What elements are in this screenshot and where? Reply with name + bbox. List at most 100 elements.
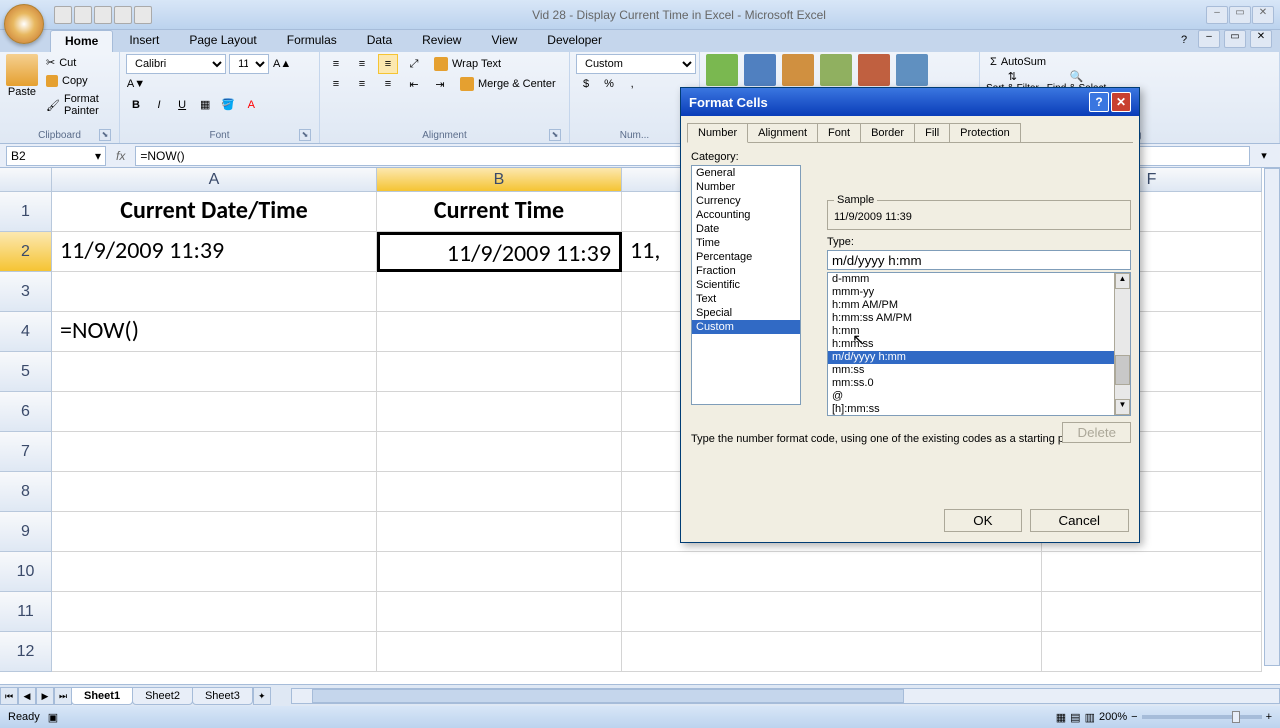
- tab-data[interactable]: Data: [353, 30, 406, 52]
- align-middle-button[interactable]: ≡: [352, 54, 372, 74]
- tab-page-layout[interactable]: Page Layout: [175, 30, 270, 52]
- type-item[interactable]: [h]:mm:ss: [828, 403, 1130, 416]
- row-header-4[interactable]: 4: [0, 312, 52, 352]
- cat-scientific[interactable]: Scientific: [692, 278, 800, 292]
- align-center-button[interactable]: ≡: [352, 74, 372, 94]
- dialog-help-button[interactable]: ?: [1089, 92, 1109, 112]
- scroll-down-icon[interactable]: ▼: [1115, 399, 1130, 415]
- cat-custom[interactable]: Custom: [692, 320, 800, 334]
- grow-font-button[interactable]: A▲: [272, 54, 292, 74]
- cat-accounting[interactable]: Accounting: [692, 208, 800, 222]
- cell-styles-icon[interactable]: [782, 54, 814, 86]
- zoom-level[interactable]: 200%: [1099, 711, 1127, 723]
- undo-icon[interactable]: [74, 6, 92, 24]
- type-list[interactable]: d-mmm mmm-yy h:mm AM/PM h:mm:ss AM/PM h:…: [827, 272, 1131, 416]
- sheet-nav-next[interactable]: ▶: [36, 687, 54, 705]
- type-item[interactable]: h:mm:ss AM/PM: [828, 312, 1130, 325]
- name-box[interactable]: B2▾: [6, 146, 106, 166]
- font-name-select[interactable]: Calibri: [126, 54, 226, 74]
- scroll-up-icon[interactable]: ▲: [1115, 273, 1130, 289]
- row-header-11[interactable]: 11: [0, 592, 52, 632]
- view-normal-icon[interactable]: ▦: [1056, 711, 1066, 724]
- cat-text[interactable]: Text: [692, 292, 800, 306]
- percent-format-button[interactable]: %: [599, 74, 619, 94]
- sheet-tab-1[interactable]: Sheet1: [71, 687, 133, 705]
- tab-formulas[interactable]: Formulas: [273, 30, 351, 52]
- dlg-tab-protection[interactable]: Protection: [949, 123, 1021, 143]
- cat-fraction[interactable]: Fraction: [692, 264, 800, 278]
- tab-review[interactable]: Review: [408, 30, 475, 52]
- format-cells-icon[interactable]: [896, 54, 928, 86]
- dlg-tab-border[interactable]: Border: [860, 123, 915, 143]
- row-header-2[interactable]: 2: [0, 232, 52, 272]
- align-top-button[interactable]: ≡: [326, 54, 346, 74]
- dlg-tab-number[interactable]: Number: [687, 123, 748, 143]
- align-left-button[interactable]: ≡: [326, 74, 346, 94]
- formula-expand-icon[interactable]: ▾: [1254, 146, 1274, 166]
- tab-developer[interactable]: Developer: [533, 30, 616, 52]
- type-item[interactable]: mm:ss: [828, 364, 1130, 377]
- type-item[interactable]: h:mm:ss: [828, 338, 1130, 351]
- zoom-out-button[interactable]: −: [1131, 711, 1137, 723]
- minimize-button[interactable]: –: [1206, 6, 1228, 24]
- save-icon[interactable]: [54, 6, 72, 24]
- view-layout-icon[interactable]: ▤: [1070, 711, 1080, 724]
- copy-button[interactable]: Copy: [42, 73, 113, 89]
- cat-time[interactable]: Time: [692, 236, 800, 250]
- doc-minimize-button[interactable]: –: [1198, 30, 1220, 48]
- cell-a4[interactable]: =NOW(): [52, 312, 377, 352]
- category-list[interactable]: General Number Currency Accounting Date …: [691, 165, 801, 405]
- alignment-launcher-icon[interactable]: ⬊: [549, 129, 561, 141]
- comma-format-button[interactable]: ,: [622, 74, 642, 94]
- italic-button[interactable]: I: [149, 95, 169, 115]
- dlg-tab-font[interactable]: Font: [817, 123, 861, 143]
- dialog-close-button[interactable]: ✕: [1111, 92, 1131, 112]
- font-launcher-icon[interactable]: ⬊: [299, 129, 311, 141]
- type-item[interactable]: mmm-yy: [828, 286, 1130, 299]
- col-header-a[interactable]: A: [52, 168, 377, 192]
- font-size-select[interactable]: 11: [229, 54, 269, 74]
- sheet-nav-prev[interactable]: ◀: [18, 687, 36, 705]
- type-item[interactable]: h:mm AM/PM: [828, 299, 1130, 312]
- type-item[interactable]: mm:ss.0: [828, 377, 1130, 390]
- cond-format-icon[interactable]: [706, 54, 738, 86]
- cell-b3[interactable]: [377, 272, 622, 312]
- new-sheet-button[interactable]: ✦: [253, 687, 271, 705]
- chevron-down-icon[interactable]: ▾: [95, 149, 101, 163]
- row-header-10[interactable]: 10: [0, 552, 52, 592]
- row-header-1[interactable]: 1: [0, 192, 52, 232]
- close-button[interactable]: ✕: [1252, 6, 1274, 24]
- zoom-in-button[interactable]: +: [1266, 711, 1272, 723]
- decrease-indent-button[interactable]: ⇤: [404, 74, 424, 94]
- orientation-button[interactable]: ⤢: [404, 54, 424, 74]
- cell-b1[interactable]: Current Time: [377, 192, 622, 232]
- cat-number[interactable]: Number: [692, 180, 800, 194]
- help-icon[interactable]: ?: [1174, 30, 1194, 50]
- underline-button[interactable]: U: [172, 95, 192, 115]
- cell-b4[interactable]: [377, 312, 622, 352]
- clipboard-launcher-icon[interactable]: ⬊: [99, 129, 111, 141]
- delete-cells-icon[interactable]: [858, 54, 890, 86]
- doc-close-button[interactable]: ✕: [1250, 30, 1272, 48]
- type-input[interactable]: [827, 250, 1131, 270]
- vertical-scrollbar[interactable]: [1264, 168, 1280, 666]
- type-item-selected[interactable]: m/d/yyyy h:mm: [828, 351, 1130, 364]
- merge-center-button[interactable]: Merge & Center: [456, 75, 560, 93]
- zoom-slider[interactable]: [1142, 715, 1262, 719]
- number-format-select[interactable]: Custom: [576, 54, 696, 74]
- cell-a3[interactable]: [52, 272, 377, 312]
- qat-custom2-icon[interactable]: [134, 6, 152, 24]
- borders-button[interactable]: ▦: [195, 94, 215, 114]
- cell-a1[interactable]: Current Date/Time: [52, 192, 377, 232]
- type-item[interactable]: d-mmm: [828, 273, 1130, 286]
- sheet-nav-last[interactable]: ⏭: [54, 687, 72, 705]
- maximize-button[interactable]: ▭: [1229, 6, 1251, 24]
- row-header-6[interactable]: 6: [0, 392, 52, 432]
- fill-color-button[interactable]: 🪣: [218, 94, 238, 114]
- tab-view[interactable]: View: [477, 30, 531, 52]
- fx-icon[interactable]: fx: [116, 149, 125, 163]
- autosum-button[interactable]: ΣAutoSum: [986, 54, 1273, 70]
- tab-home[interactable]: Home: [50, 30, 113, 52]
- dlg-tab-alignment[interactable]: Alignment: [747, 123, 818, 143]
- align-right-button[interactable]: ≡: [378, 74, 398, 94]
